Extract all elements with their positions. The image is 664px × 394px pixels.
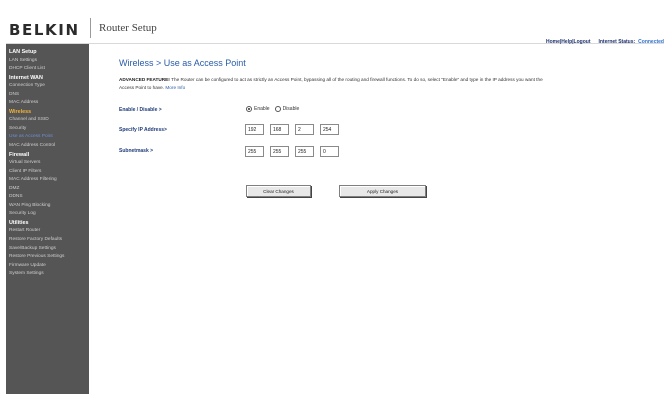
disable-option-label: Disable: [282, 106, 300, 112]
enable-disable-label: Enable / Disable >: [119, 107, 162, 113]
sidebar-item-client-ip-filters[interactable]: Client IP Filters: [6, 168, 89, 177]
enable-option-label: Enable: [254, 106, 270, 112]
sidebar-item-restore-factory-defaults[interactable]: Restore Factory Defaults: [6, 236, 89, 245]
sidebar-item-mac-address[interactable]: MAC Address: [6, 99, 89, 108]
sidebar-item-firewall: Firewall: [9, 151, 30, 158]
sidebar-item-mac-address-filtering[interactable]: MAC Address Filtering: [6, 176, 89, 185]
ip-octet-2[interactable]: [270, 124, 289, 135]
subnetmask-label: Subnetmask >: [119, 148, 154, 154]
disable-radio[interactable]: [274, 106, 281, 112]
mask-octet-2[interactable]: [270, 146, 289, 157]
sidebar-item-use-as-access-point[interactable]: Use as Access Point: [6, 133, 89, 142]
sidebar-item-utilities: Utilities: [9, 219, 29, 226]
sidebar-item-restart-router[interactable]: Restart Router: [6, 227, 89, 236]
header-bar: BELKIN Router Setup Home|Help|Logout Inte…: [6, 6, 664, 45]
ip-octet-4[interactable]: [320, 124, 339, 135]
mask-octet-3[interactable]: [295, 146, 314, 157]
enable-radio[interactable]: [246, 106, 252, 112]
sidebar-item-security-log[interactable]: Security Log: [6, 210, 89, 219]
ip-address-label: Specify IP Address>: [119, 127, 167, 133]
sidebar-item-security[interactable]: Security: [6, 125, 89, 134]
belkin-logo: BELKIN: [9, 21, 80, 39]
sidebar-item-restore-previous-settings[interactable]: Restore Previous Settings: [6, 253, 89, 262]
clear-changes-button[interactable]: Clear Changes: [246, 185, 311, 197]
sidebar-item-dns[interactable]: DNS: [6, 91, 89, 100]
mask-octet-4[interactable]: [320, 146, 339, 157]
enable-radio-group: Enable Disable: [246, 106, 304, 112]
sidebar-item-channel-and-ssid[interactable]: Channel and SSID: [6, 116, 89, 125]
sidebar-item-lan-settings[interactable]: LAN Settings: [6, 57, 89, 66]
sidebar-item-mac-address-control[interactable]: MAC Address Control: [6, 142, 89, 151]
apply-changes-button[interactable]: Apply Changes: [339, 185, 426, 197]
disable-option[interactable]: Disable: [274, 106, 300, 112]
sidebar-nav: LAN Setup LAN Settings DHCP Client List Int…: [6, 44, 89, 394]
sidebar-item-internet-wan: Internet WAN: [9, 74, 43, 81]
header-divider: [90, 18, 91, 38]
sidebar-item-ddns[interactable]: DDNS: [6, 193, 89, 202]
sidebar-item-save-backup-settings[interactable]: Save/Backup Settings: [6, 245, 89, 254]
feature-description: ADVANCED FEATURE! The Router can be conf…: [119, 76, 549, 91]
advanced-feature-label: ADVANCED FEATURE!: [119, 77, 170, 82]
page-title: Wireless > Use as Access Point: [119, 58, 246, 68]
more-info-link[interactable]: More Info: [165, 85, 185, 90]
sidebar-item-connection-type[interactable]: Connection Type: [6, 82, 89, 91]
sidebar-item-dhcp-client-list[interactable]: DHCP Client List: [6, 65, 89, 74]
mask-octet-1[interactable]: [245, 146, 264, 157]
sidebar-item-wireless[interactable]: Wireless: [6, 108, 89, 117]
main-content: Wireless > Use as Access Point ADVANCED …: [89, 44, 664, 394]
ip-octet-1[interactable]: [245, 124, 264, 135]
sidebar-item-lan-setup: LAN Setup: [9, 49, 37, 55]
sidebar-item-virtual-servers[interactable]: Virtual Servers: [6, 159, 89, 168]
header-title: Router Setup: [99, 22, 157, 34]
sidebar-item-dmz[interactable]: DMZ: [6, 185, 89, 194]
sidebar-item-firmware-update[interactable]: Firmware Update: [6, 262, 89, 271]
ip-octet-3[interactable]: [295, 124, 314, 135]
enable-option[interactable]: Enable: [246, 106, 270, 112]
sidebar-item-wan-ping-blocking[interactable]: WAN Ping Blocking: [6, 202, 89, 211]
sidebar-item-system-settings[interactable]: System Settings: [6, 270, 89, 279]
